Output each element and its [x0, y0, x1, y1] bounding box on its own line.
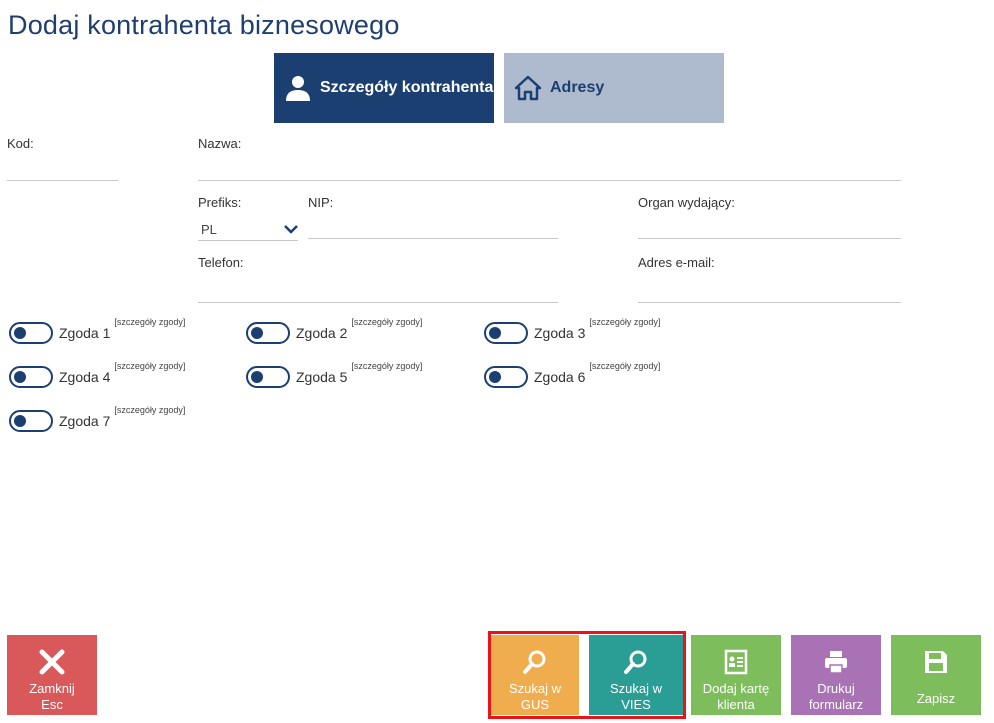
consent-label: Zgoda 3	[534, 325, 586, 341]
consent-details-link[interactable]: [szczegóły zgody]	[351, 361, 422, 371]
add-client-card-line1: Dodaj kartę	[702, 681, 770, 696]
consent-3: Zgoda 3 [szczegóły zgody]	[484, 317, 660, 344]
nip-input[interactable]	[308, 215, 558, 239]
chevron-down-icon	[284, 222, 298, 237]
consent-details-link[interactable]: [szczegóły zgody]	[114, 405, 185, 415]
consent-toggle[interactable]	[9, 322, 53, 344]
search-gus-button[interactable]: Szukaj w GUS	[491, 635, 579, 715]
consent-toggle[interactable]	[484, 366, 528, 388]
consent-label: Zgoda 6	[534, 369, 586, 385]
consent-1: Zgoda 1 [szczegóły zgody]	[9, 317, 185, 344]
search-gus-line1: Szukaj w	[508, 681, 562, 696]
prefiks-label: Prefiks:	[198, 195, 242, 210]
search-vies-button[interactable]: Szukaj w VIES	[589, 635, 683, 715]
consent-5: Zgoda 5 [szczegóły zgody]	[246, 361, 422, 388]
save-button[interactable]: Zapisz	[891, 635, 981, 715]
consent-label: Zgoda 7	[59, 413, 111, 429]
consent-toggle[interactable]	[9, 366, 53, 388]
consent-2: Zgoda 2 [szczegóły zgody]	[246, 317, 422, 344]
consent-details-link[interactable]: [szczegóły zgody]	[589, 361, 660, 371]
consent-label: Zgoda 2	[296, 325, 348, 341]
user-icon	[284, 74, 312, 102]
email-input[interactable]	[638, 279, 901, 303]
printer-icon	[821, 647, 851, 677]
print-form-button[interactable]: Drukuj formularz	[791, 635, 881, 715]
nip-label: NIP:	[308, 195, 334, 210]
tab-adresy[interactable]: Adresy	[504, 53, 724, 123]
kod-input[interactable]	[7, 157, 118, 181]
telefon-label: Telefon:	[198, 255, 244, 270]
prefiks-value: PL	[201, 222, 217, 237]
consent-label: Zgoda 1	[59, 325, 111, 341]
add-client-card-line2: klienta	[717, 697, 755, 712]
tab-szczegoly-kontrahenta[interactable]: Szczegóły kontrahenta	[274, 53, 494, 123]
floppy-disk-icon	[921, 647, 951, 677]
consent-toggle[interactable]	[484, 322, 528, 344]
print-form-line2: formularz	[808, 697, 864, 712]
close-button-line2: Esc	[41, 697, 63, 712]
button-gap	[579, 635, 589, 715]
close-icon	[37, 647, 67, 677]
consent-toggle[interactable]	[9, 410, 53, 432]
tab-label: Szczegóły kontrahenta	[320, 79, 494, 96]
organ-label: Organ wydający:	[638, 195, 735, 210]
telefon-input[interactable]	[198, 279, 558, 303]
consent-label: Zgoda 5	[296, 369, 348, 385]
add-client-card-button[interactable]: Dodaj kartę klienta	[691, 635, 781, 715]
page-title: Dodaj kontrahenta biznesowego	[8, 10, 400, 40]
close-button-line1: Zamknij	[29, 681, 75, 696]
search-gus-line2: GUS	[520, 697, 550, 712]
search-vies-line1: Szukaj w	[609, 681, 663, 696]
email-label: Adres e-mail:	[638, 255, 715, 270]
consent-toggle[interactable]	[246, 366, 290, 388]
save-button-label: Zapisz	[916, 691, 956, 706]
consent-6: Zgoda 6 [szczegóły zgody]	[484, 361, 660, 388]
search-icon	[520, 647, 550, 677]
nazwa-input[interactable]	[198, 157, 901, 181]
prefiks-select[interactable]: PL	[198, 219, 298, 241]
organ-input[interactable]	[638, 215, 901, 239]
consent-details-link[interactable]: [szczegóły zgody]	[114, 361, 185, 371]
kod-label: Kod:	[7, 136, 34, 151]
tab-label: Adresy	[550, 79, 605, 96]
consent-7: Zgoda 7 [szczegóły zgody]	[9, 405, 185, 432]
consent-label: Zgoda 4	[59, 369, 111, 385]
search-vies-line2: VIES	[621, 697, 651, 712]
consent-toggle[interactable]	[246, 322, 290, 344]
consent-details-link[interactable]: [szczegóły zgody]	[351, 317, 422, 327]
consent-details-link[interactable]: [szczegóły zgody]	[589, 317, 660, 327]
close-button[interactable]: Zamknij Esc	[7, 635, 97, 715]
home-icon	[514, 74, 542, 102]
consent-details-link[interactable]: [szczegóły zgody]	[114, 317, 185, 327]
search-icon	[621, 647, 651, 677]
consent-4: Zgoda 4 [szczegóły zgody]	[9, 361, 185, 388]
print-form-line1: Drukuj	[817, 681, 855, 696]
nazwa-label: Nazwa:	[198, 136, 242, 151]
id-card-icon	[721, 647, 751, 677]
